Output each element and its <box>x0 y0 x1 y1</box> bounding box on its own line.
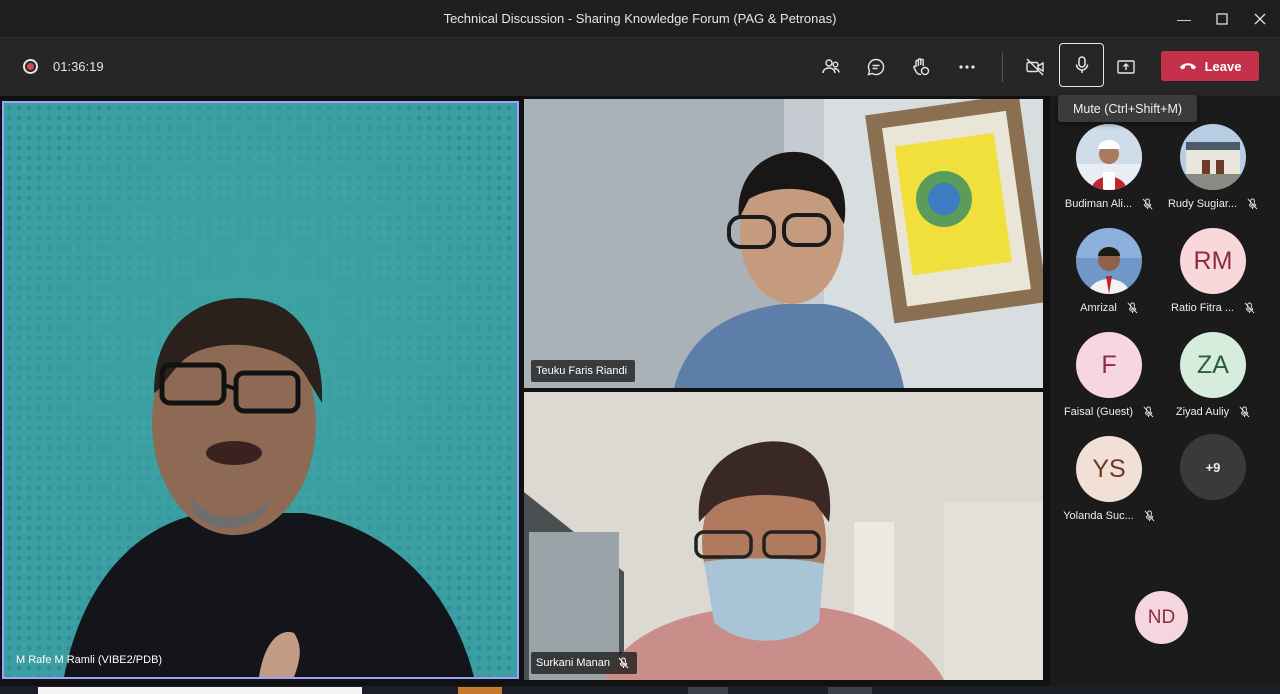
people-icon[interactable] <box>814 50 848 84</box>
participant-name: Budiman Ali... <box>1064 198 1133 210</box>
toolbar-divider <box>1002 52 1003 82</box>
minimize-icon[interactable]: — <box>1173 8 1195 30</box>
avatar: ZA <box>1180 332 1246 398</box>
mic-off-icon <box>1143 406 1154 418</box>
os-taskbar <box>0 686 1280 694</box>
mic-off-icon <box>1247 198 1258 210</box>
teuku-name-tag: Teuku Faris Riandi <box>531 360 636 382</box>
maximize-icon[interactable] <box>1211 8 1233 30</box>
participant-name: Yolanda Suc... <box>1063 510 1134 522</box>
taskbar-app[interactable] <box>688 687 728 694</box>
participant-video-surkani[interactable]: Surkani Manan <box>524 392 1043 680</box>
participant-name: Ziyad Auliy <box>1175 406 1230 418</box>
more-participants-button[interactable]: +9 <box>1180 434 1246 500</box>
more-icon[interactable] <box>950 50 984 84</box>
leave-button[interactable]: Leave <box>1161 51 1259 81</box>
share-icon[interactable] <box>1109 50 1143 84</box>
participant-name: Faisal (Guest) <box>1063 406 1134 418</box>
participant-name: Amrizal <box>1080 302 1117 314</box>
participant-name: Ratio Fitra ... <box>1171 302 1234 314</box>
main-speaker-video[interactable]: M Rafe M Ramli (VIBE2/PDB) <box>2 101 519 679</box>
chat-icon[interactable] <box>859 50 893 84</box>
participant-name: Rudy Sugiar... <box>1167 198 1238 210</box>
participant-amrizal[interactable]: Amrizal <box>1054 228 1164 328</box>
mic-off-icon <box>1144 510 1155 522</box>
taskbar-search[interactable] <box>38 687 362 694</box>
participant-rudy[interactable]: Rudy Sugiar... <box>1158 124 1268 224</box>
meeting-toolbar: 01:36:19 Leave <box>0 38 1280 96</box>
participant-video-image <box>524 99 1043 388</box>
microphone-icon[interactable] <box>1059 43 1104 87</box>
raise-hand-icon[interactable] <box>904 50 938 84</box>
self-view-avatar[interactable]: ND <box>1135 591 1188 644</box>
camera-off-icon[interactable] <box>1018 50 1052 84</box>
participant-video-teuku[interactable]: Teuku Faris Riandi <box>524 99 1043 388</box>
avatar: F <box>1076 332 1142 398</box>
recording-icon <box>23 59 38 74</box>
speaker-name-tag: M Rafe M Ramli (VIBE2/PDB) <box>11 649 170 671</box>
window-title: Technical Discussion - Sharing Knowledge… <box>443 11 837 26</box>
taskbar-app[interactable] <box>828 687 872 694</box>
close-icon[interactable] <box>1249 8 1271 30</box>
meeting-duration: 01:36:19 <box>53 59 104 74</box>
speaker-name: M Rafe M Ramli (VIBE2/PDB) <box>16 654 163 666</box>
surkani-name-tag: Surkani Manan <box>531 652 637 674</box>
participant-yolanda[interactable]: YS Yolanda Suc... <box>1054 436 1164 536</box>
mic-off-icon <box>1127 302 1138 314</box>
avatar: RM <box>1180 228 1246 294</box>
avatar <box>1076 124 1142 190</box>
hang-up-icon <box>1179 63 1196 70</box>
surkani-name: Surkani Manan <box>536 657 610 669</box>
participant-faisal[interactable]: F Faisal (Guest) <box>1054 332 1164 432</box>
mute-tooltip: Mute (Ctrl+Shift+M) <box>1058 95 1197 122</box>
mic-off-icon <box>618 657 629 669</box>
mic-off-icon <box>1142 198 1153 210</box>
participant-ziyad[interactable]: ZA Ziyad Auliy <box>1158 332 1268 432</box>
participant-video-image <box>524 392 1043 680</box>
title-bar: Technical Discussion - Sharing Knowledge… <box>0 0 1280 38</box>
avatar <box>1076 228 1142 294</box>
leave-label: Leave <box>1204 58 1242 74</box>
taskbar-app[interactable] <box>458 687 502 694</box>
speaker-video-image <box>4 103 517 677</box>
avatar: YS <box>1076 436 1142 502</box>
teuku-name: Teuku Faris Riandi <box>536 365 628 377</box>
mic-off-icon <box>1239 406 1250 418</box>
avatar <box>1180 124 1246 190</box>
video-stage: M Rafe M Ramli (VIBE2/PDB) Teuku Faris R… <box>0 96 1050 686</box>
participant-ratio[interactable]: RM Ratio Fitra ... <box>1158 228 1268 328</box>
mic-off-icon <box>1244 302 1255 314</box>
participant-budiman[interactable]: Budiman Ali... <box>1054 124 1164 224</box>
